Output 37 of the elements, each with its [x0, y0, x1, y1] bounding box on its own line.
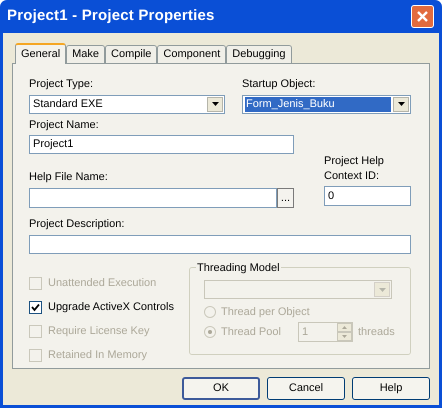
checkbox-label: Require License Key — [48, 324, 150, 339]
field-label: Startup Object: — [242, 77, 316, 92]
caret-icon — [398, 102, 404, 106]
field-label: Help File Name: — [29, 170, 109, 185]
dialog-button[interactable]: OK — [182, 377, 260, 400]
caret-icon — [378, 288, 386, 292]
browse-button[interactable]: ... — [277, 188, 294, 208]
tab[interactable]: Debugging — [226, 45, 292, 63]
window-title: Project1 - Project Properties — [7, 6, 215, 26]
dialog-button[interactable]: Help — [352, 377, 430, 400]
combo-box[interactable]: Standard EXE — [29, 94, 225, 114]
input-field[interactable]: Project1 — [29, 135, 294, 154]
tab[interactable]: Component — [157, 45, 226, 63]
combo-box[interactable]: Form_Jenis_Buku — [242, 94, 411, 114]
caret-icon — [212, 102, 218, 106]
radio-label: Thread Pool — [221, 324, 282, 340]
dialog-button[interactable]: Cancel — [267, 377, 345, 400]
checkbox-label: Retained In Memory — [48, 348, 148, 363]
tab[interactable]: General — [15, 43, 66, 64]
field-label: Project Help Context ID: — [324, 154, 385, 184]
tab[interactable]: Compile — [105, 45, 158, 63]
tab[interactable]: Make — [66, 45, 106, 63]
unit-label: threads — [358, 324, 395, 340]
field-label: Project Description: — [29, 216, 126, 232]
radio-label: Thread per Object — [221, 304, 310, 320]
group-title: Threading Model — [196, 260, 281, 276]
close-button[interactable] — [411, 5, 434, 28]
checkbox-label: Unattended Execution — [48, 276, 156, 291]
field-label: Project Type: — [29, 77, 94, 92]
input-field[interactable] — [29, 188, 277, 208]
checkbox[interactable] — [29, 300, 42, 314]
input-field[interactable]: 0 — [324, 186, 411, 206]
up-down-icon — [337, 323, 352, 341]
input-field[interactable] — [29, 235, 411, 254]
field-label: Project Name: — [29, 118, 100, 132]
close-icon — [416, 10, 429, 23]
checkbox-label: Upgrade ActiveX Controls — [48, 300, 174, 315]
